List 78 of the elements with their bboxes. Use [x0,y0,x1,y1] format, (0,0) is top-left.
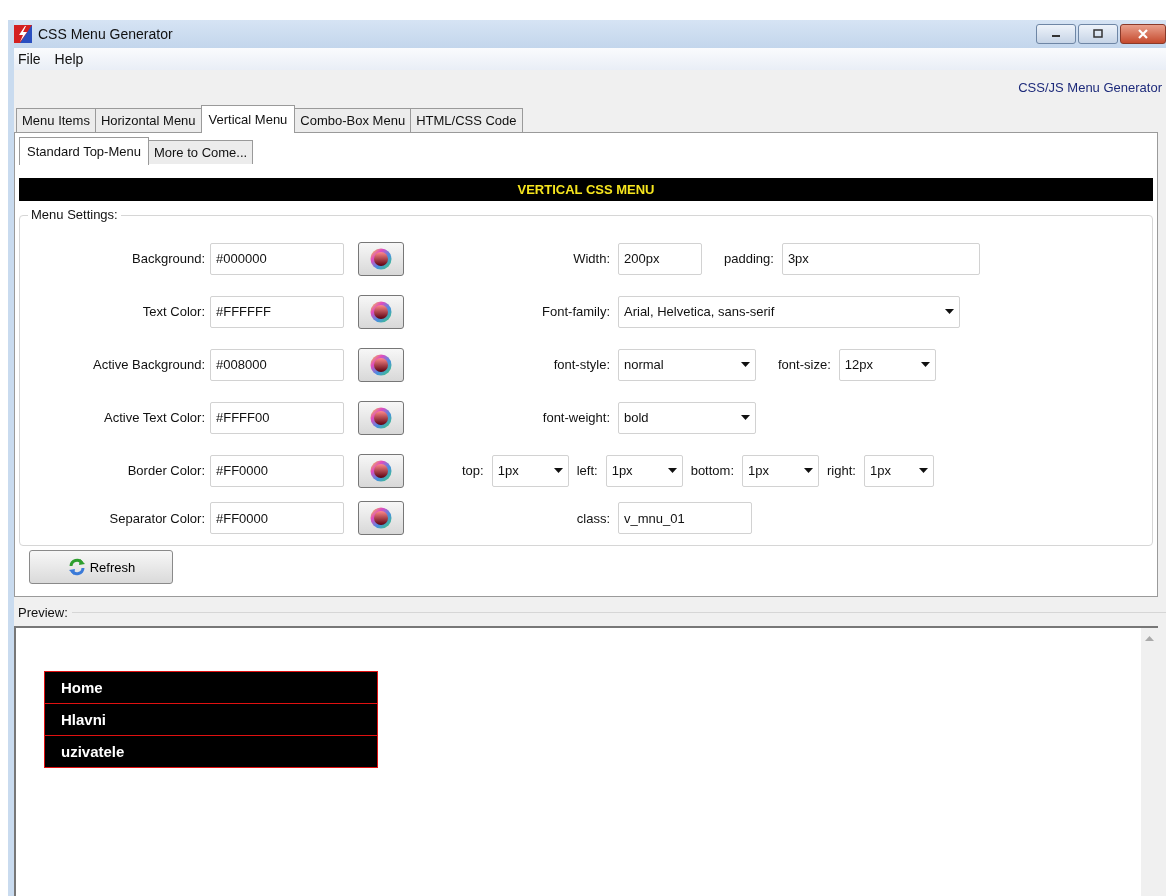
caret-icon [918,468,928,473]
field-label: font-size: [778,357,831,372]
tab[interactable]: Menu Items [16,108,96,132]
input-field[interactable]: #FF0000 [210,454,344,487]
field-label: font-style: [552,357,610,372]
color-wheel-icon [369,352,393,377]
field-label: Background: [131,251,206,266]
input-field[interactable]: 3px [781,242,980,275]
menu-item[interactable]: Help [54,51,84,67]
field-label: Separator Color: [108,510,206,526]
field-label: Active Background: [92,357,206,372]
color-picker-button[interactable] [358,400,404,435]
caret-icon [667,468,677,473]
group-legend: Menu Settings: [28,207,121,222]
dropdown[interactable]: 1px [605,454,683,487]
input-field[interactable]: #008000 [210,348,344,381]
color-wheel-icon [369,299,393,324]
input-field[interactable]: #FFFF00 [210,401,344,434]
field-label: Text Color: [141,304,206,319]
dropdown[interactable]: 1px [863,454,934,487]
menu-link[interactable]: uzivatele [45,735,377,767]
input-field[interactable]: 200px [618,242,702,275]
caret-icon [741,415,750,420]
tab[interactable]: Standard Top-Menu [19,137,149,165]
tab[interactable]: Horizontal Menu [94,108,202,132]
maximize-icon [1092,29,1104,39]
caret-icon [945,309,954,314]
color-picker-button[interactable] [358,453,404,488]
refresh-button[interactable]: Refresh [29,550,173,584]
input-field[interactable]: #000000 [210,242,344,275]
dropdown[interactable]: 12px [838,348,936,381]
minimize-button[interactable] [1036,24,1076,44]
tab[interactable]: More to Come... [147,140,254,164]
input-field[interactable]: #FF0000 [210,502,344,534]
caret-icon [920,362,930,367]
dropdown[interactable]: 1px [742,454,819,487]
caret-icon [553,468,563,473]
group-legend: Preview: [18,605,72,620]
dropdown[interactable]: 1px [491,454,569,487]
color-picker-button[interactable] [358,347,404,382]
field-label: Font-family: [541,304,610,319]
field-label: Width: [572,251,610,266]
color-picker-button[interactable] [358,294,404,329]
color-wheel-icon [369,458,393,483]
color-picker-button[interactable] [358,241,404,276]
app-logo-icon [14,25,32,43]
caret-icon [804,468,813,473]
header-link[interactable]: CSS/JS Menu Generator [1018,80,1162,95]
color-wheel-icon [369,506,393,530]
tab[interactable]: HTML/CSS Code [410,108,523,132]
input-field[interactable]: v_mnu_01 [618,502,752,534]
dropdown[interactable]: Arial, Helvetica, sans-serif [618,295,960,328]
menu-link[interactable]: Home [45,672,377,703]
banner: VERTICAL CSS MENU [19,178,1153,201]
tab[interactable]: Combo-Box Menu [294,108,412,132]
field-label: Active Text Color: [103,410,206,425]
dropdown[interactable]: bold [618,401,756,434]
tab[interactable]: Vertical Menu [200,105,296,133]
close-button[interactable] [1120,24,1166,44]
menu-item[interactable]: File [18,51,41,67]
field-label: top: [462,463,484,478]
maximize-button[interactable] [1078,24,1118,44]
caret-icon [741,362,750,367]
dropdown[interactable]: normal [618,348,756,381]
color-wheel-icon [369,405,393,430]
menu-link[interactable]: Hlavni [45,703,377,735]
input-field[interactable]: #FFFFFF [210,295,344,328]
field-label: padding: [724,251,774,266]
field-label: right: [827,463,856,478]
field-label: class: [575,510,610,526]
color-wheel-icon [369,246,393,271]
field-label: Border Color: [126,463,206,478]
field-label: font-weight: [541,410,610,425]
field-label: left: [576,463,598,478]
window-title: CSS Menu Generator [38,26,173,42]
color-picker-button[interactable] [358,501,404,535]
close-icon [1137,29,1149,39]
field-label: bottom: [690,463,734,478]
